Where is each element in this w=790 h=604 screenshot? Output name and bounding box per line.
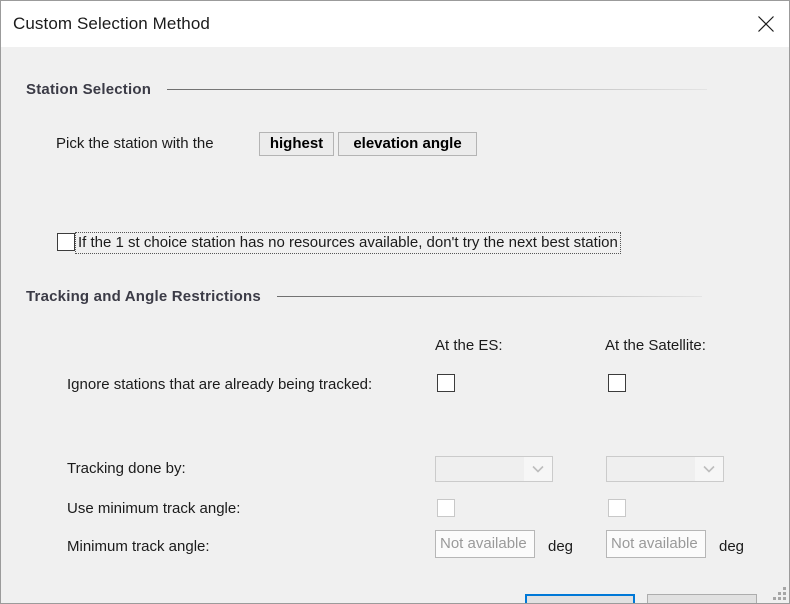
tracking-done-by-es-value bbox=[436, 457, 524, 481]
tracking-done-by-satellite-combobox[interactable] bbox=[606, 456, 724, 482]
tracking-title: Tracking and Angle Restrictions bbox=[26, 288, 261, 305]
tracking-divider bbox=[276, 296, 702, 297]
station-selection-title: Station Selection bbox=[26, 81, 152, 98]
station-selection-divider bbox=[167, 89, 708, 90]
tracking-group-header: Tracking and Angle Restrictions bbox=[26, 288, 702, 305]
use-min-track-angle-satellite-checkbox[interactable] bbox=[608, 499, 626, 517]
window-title: Custom Selection Method bbox=[13, 14, 210, 33]
station-selection-group-header: Station Selection bbox=[26, 81, 708, 98]
pick-station-label: Pick the station with the bbox=[56, 135, 214, 152]
tracking-done-by-es-combobox[interactable] bbox=[435, 456, 553, 482]
chevron-down-icon bbox=[524, 457, 552, 481]
min-track-angle-es-input[interactable]: Not available bbox=[435, 530, 535, 558]
min-track-angle-satellite-unit: deg bbox=[719, 538, 745, 555]
ignore-tracked-es-checkbox[interactable] bbox=[437, 374, 455, 392]
row-label-min-track-angle: Minimum track angle: bbox=[67, 538, 210, 555]
no-retry-checkbox-label[interactable]: If the 1 st choice station has no resour… bbox=[75, 232, 621, 254]
tracking-done-by-satellite-value bbox=[607, 457, 695, 481]
column-header-satellite: At the Satellite: bbox=[605, 337, 706, 354]
resize-grip[interactable] bbox=[773, 587, 786, 600]
min-track-angle-es-unit: deg bbox=[548, 538, 574, 555]
ignore-tracked-satellite-checkbox[interactable] bbox=[608, 374, 626, 392]
cancel-button[interactable]: Cancel bbox=[647, 594, 757, 603]
min-track-angle-satellite-input[interactable]: Not available bbox=[606, 530, 706, 558]
pick-criterion-button[interactable]: highest bbox=[259, 132, 334, 156]
custom-selection-method-dialog: Custom Selection Method Station Selectio… bbox=[0, 0, 790, 604]
column-header-es: At the ES: bbox=[435, 337, 503, 354]
row-label-tracking-done-by: Tracking done by: bbox=[67, 460, 186, 477]
no-retry-checkbox[interactable] bbox=[57, 233, 75, 251]
dialog-content: Station Selection Pick the station with … bbox=[1, 47, 789, 603]
use-min-track-angle-es-checkbox[interactable] bbox=[437, 499, 455, 517]
pick-metric-button[interactable]: elevation angle bbox=[338, 132, 477, 156]
ok-button[interactable]: OK bbox=[525, 594, 635, 603]
title-bar: Custom Selection Method bbox=[1, 1, 789, 47]
close-icon bbox=[757, 15, 775, 33]
row-label-use-min-track-angle: Use minimum track angle: bbox=[67, 500, 241, 517]
row-label-ignore-tracked: Ignore stations that are already being t… bbox=[67, 376, 373, 393]
chevron-down-icon bbox=[695, 457, 723, 481]
close-button[interactable] bbox=[742, 1, 789, 47]
